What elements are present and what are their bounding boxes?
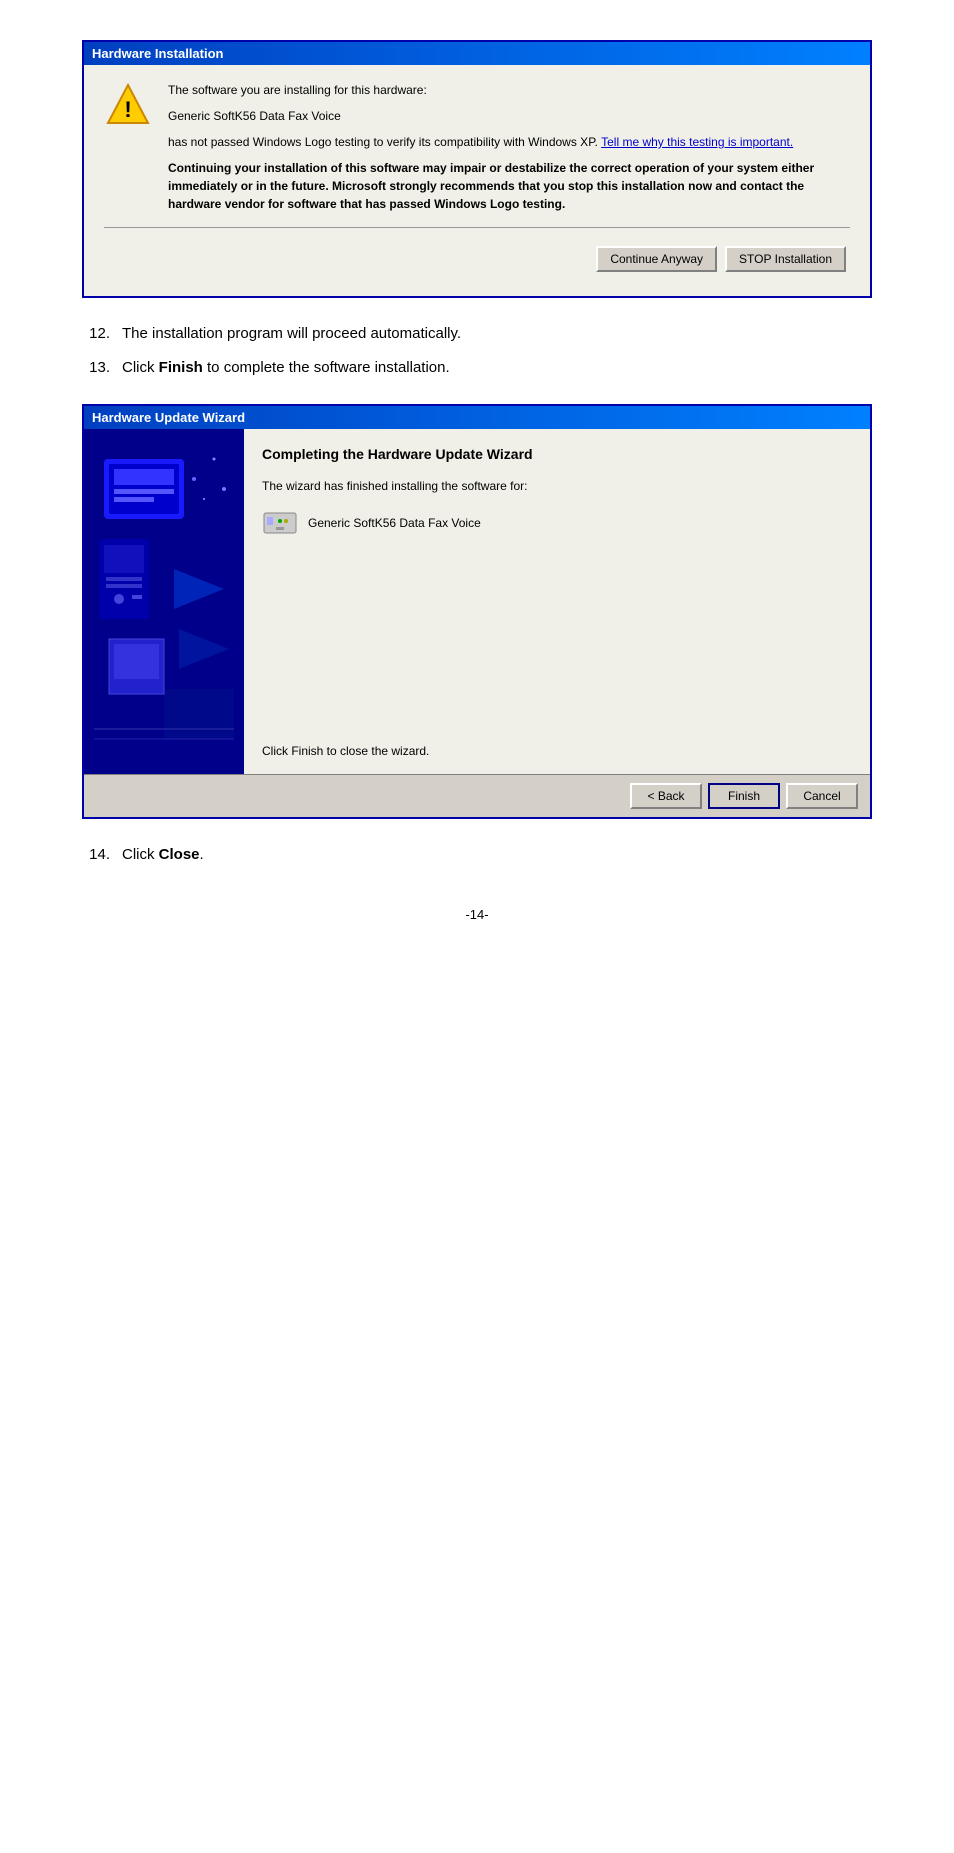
- wizard-main: Completing the Hardware Update Wizard Th…: [244, 429, 870, 774]
- dialog1-line1: The software you are installing for this…: [168, 81, 850, 99]
- finish-button[interactable]: Finish: [708, 783, 780, 809]
- step-13-number: 13.: [82, 356, 110, 380]
- page-content: Hardware Installation ! The software you…: [82, 40, 872, 922]
- dialog1-titlebar: Hardware Installation: [84, 42, 870, 65]
- dialog1-body: ! The software you are installing for th…: [84, 65, 870, 296]
- step-14-list: 14. Click Close.: [82, 843, 872, 867]
- svg-text:!: !: [124, 97, 131, 122]
- step-13: 13. Click Finish to complete the softwar…: [82, 356, 872, 380]
- dialog2-footer: Click Finish to close the wizard.: [262, 664, 852, 758]
- step-12-text: The installation program will proceed au…: [122, 322, 872, 346]
- hardware-installation-dialog: Hardware Installation ! The software you…: [82, 40, 872, 298]
- step-13-bold: Finish: [159, 359, 203, 376]
- logo-test-link[interactable]: Tell me why this testing is important.: [601, 135, 793, 149]
- dialog1-line2: has not passed Windows Logo testing to v…: [168, 133, 850, 151]
- step-14-bold: Close: [159, 846, 200, 863]
- dialog1-content-row: ! The software you are installing for th…: [104, 81, 850, 213]
- dialog2-body: Completing the Hardware Update Wizard Th…: [84, 429, 870, 774]
- page-number: -14-: [82, 907, 872, 922]
- step-14: 14. Click Close.: [82, 843, 872, 867]
- dialog1-warning: Continuing your installation of this sof…: [168, 159, 850, 213]
- modem-icon: [262, 505, 298, 541]
- dialog1-title: Hardware Installation: [92, 46, 223, 61]
- step-14-text: Click Close.: [122, 843, 872, 867]
- back-button[interactable]: < Back: [630, 783, 702, 809]
- dialog1-device: Generic SoftK56 Data Fax Voice: [168, 107, 850, 125]
- stop-installation-button[interactable]: STOP Installation: [725, 246, 846, 272]
- dialog2-button-bar: < Back Finish Cancel: [84, 774, 870, 817]
- wizard-sidebar-graphic: [84, 429, 244, 769]
- continue-anyway-button[interactable]: Continue Anyway: [596, 246, 717, 272]
- dialog2-device: Generic SoftK56 Data Fax Voice: [308, 516, 481, 530]
- dialog2-title: Hardware Update Wizard: [92, 410, 245, 425]
- steps-12-13: 12. The installation program will procee…: [82, 322, 872, 380]
- step-12: 12. The installation program will procee…: [82, 322, 872, 346]
- cancel-button[interactable]: Cancel: [786, 783, 858, 809]
- step-14-number: 14.: [82, 843, 110, 867]
- warning-icon: !: [104, 81, 152, 213]
- dialog1-text: The software you are installing for this…: [168, 81, 850, 213]
- step-13-text: Click Finish to complete the software in…: [122, 356, 872, 380]
- dialog1-buttons: Continue Anyway STOP Installation: [104, 242, 850, 280]
- hardware-update-wizard-dialog: Hardware Update Wizard: [82, 404, 872, 819]
- dialog1-divider: [104, 227, 850, 228]
- step-12-number: 12.: [82, 322, 110, 346]
- dialog2-subtitle: The wizard has finished installing the s…: [262, 479, 852, 493]
- wizard-sidebar: [84, 429, 244, 774]
- dialog2-device-row: Generic SoftK56 Data Fax Voice: [262, 505, 852, 541]
- dialog2-titlebar: Hardware Update Wizard: [84, 406, 870, 429]
- dialog2-main-title: Completing the Hardware Update Wizard: [262, 445, 852, 465]
